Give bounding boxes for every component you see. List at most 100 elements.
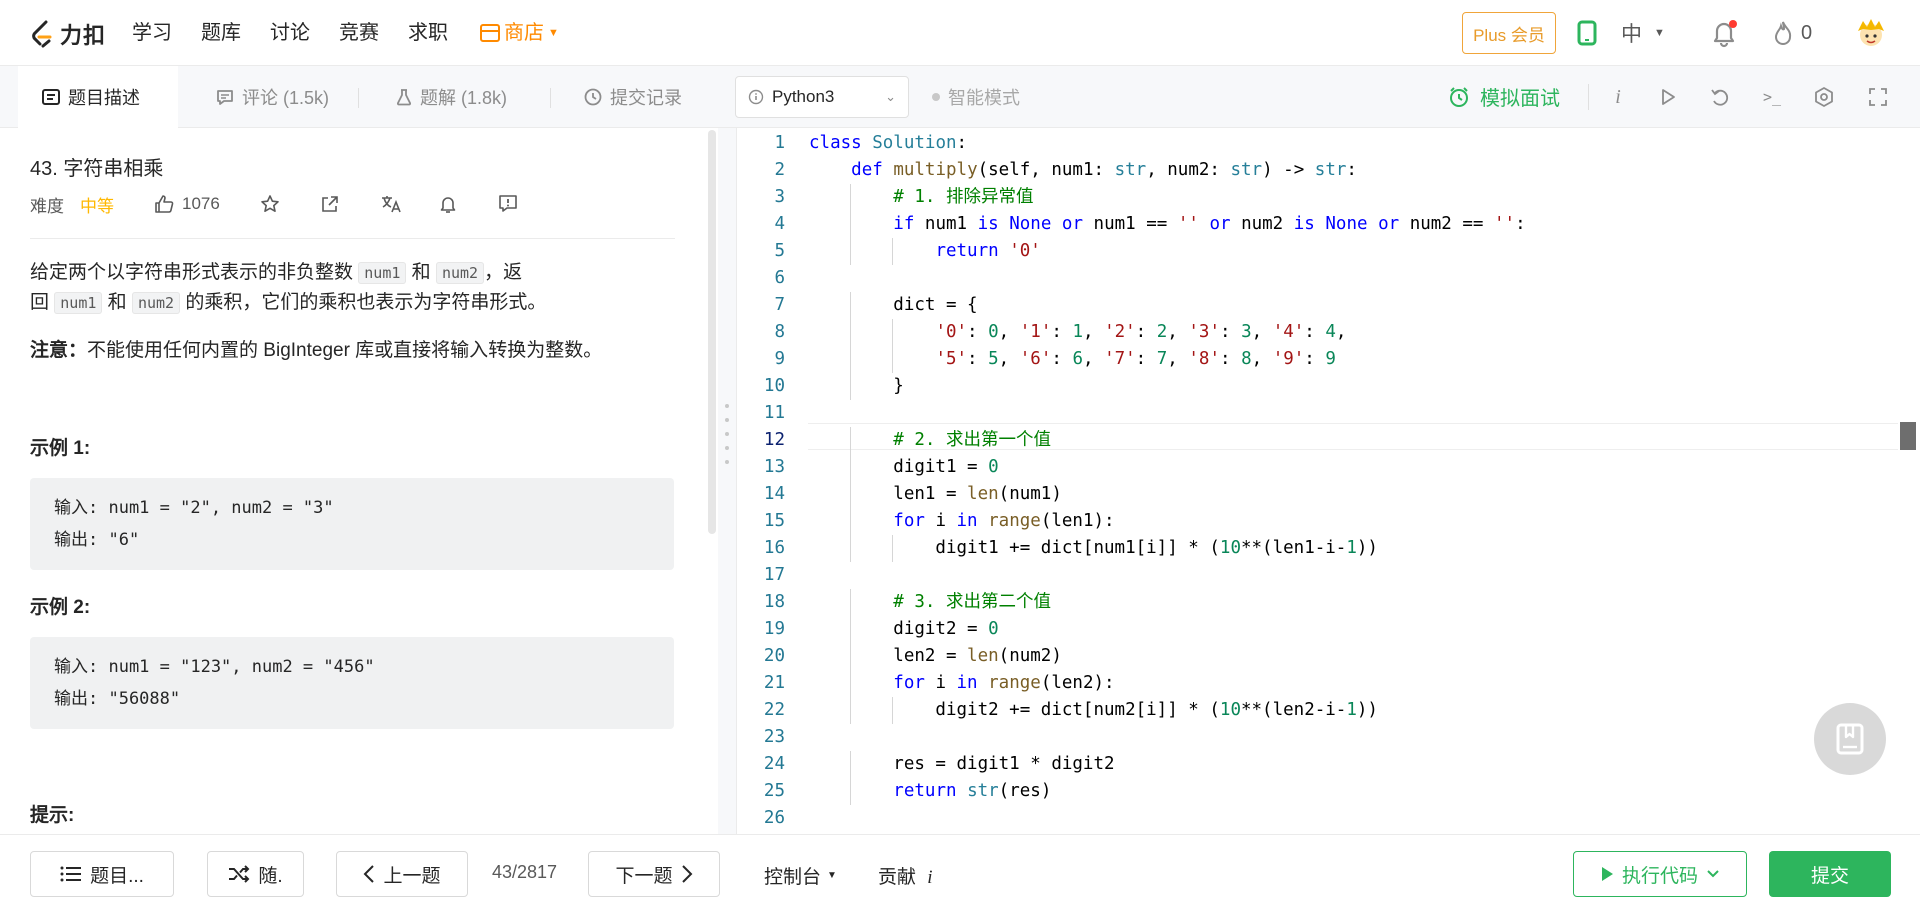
line-number: 8 xyxy=(774,322,785,342)
code-text: digit2 = 0 xyxy=(809,619,999,639)
code-text: return '0' xyxy=(935,241,1041,261)
indent-guide xyxy=(892,238,894,265)
share-icon[interactable] xyxy=(320,194,340,214)
editor-scrollbar-marker[interactable] xyxy=(1900,422,1916,450)
notification-bell-icon[interactable] xyxy=(1710,18,1738,48)
code-line[interactable]: 19 digit2 = 0 xyxy=(736,616,1920,643)
code-text: digit1 += dict[num1[i]] * (10**(len1-i-1… xyxy=(809,538,1378,558)
fire-icon xyxy=(1774,21,1792,45)
code-line[interactable]: 3 # 1. 排除异常值 xyxy=(736,184,1920,211)
mobile-app-icon[interactable] xyxy=(1577,20,1597,46)
code-line[interactable]: 18 # 3. 求出第二个值 xyxy=(736,589,1920,616)
submit-button[interactable]: 提交 xyxy=(1769,851,1891,897)
code-line[interactable]: 23 xyxy=(736,724,1920,751)
play-outline-icon[interactable] xyxy=(1654,83,1682,111)
flask-icon xyxy=(396,89,412,106)
random-problem-button[interactable]: 随. xyxy=(207,851,304,897)
code-line[interactable]: 6 xyxy=(736,265,1920,292)
nav-store[interactable]: 商店 ▼ xyxy=(480,20,559,46)
like-button[interactable]: 1076 xyxy=(154,194,220,214)
code-line[interactable]: 16 digit1 += dict[num1[i]] * (10**(len1-… xyxy=(736,535,1920,562)
streak-counter[interactable]: 0 xyxy=(1773,20,1812,46)
code-line[interactable]: 12 # 2. 求出第一个值 xyxy=(736,427,1920,454)
example-1-output: 输出: "6" xyxy=(54,530,140,550)
code-line[interactable]: 9 '5': 5, '6': 6, '7': 7, '8': 8, '9': 9 xyxy=(736,346,1920,373)
run-code-label: 执行代码 xyxy=(1621,865,1698,887)
code-line[interactable]: 13 digit1 = 0 xyxy=(736,454,1920,481)
contribute-button[interactable]: 贡献 i xyxy=(878,862,933,889)
reset-icon[interactable] xyxy=(1706,83,1734,111)
inline-code-num2: num2 xyxy=(435,262,485,284)
panel-resize-handle[interactable] xyxy=(718,128,736,834)
language-switch[interactable]: 中 ▼ xyxy=(1621,18,1665,48)
code-line[interactable]: 2 def multiply(self, num1: str, num2: st… xyxy=(736,157,1920,184)
inline-code-num1: num1 xyxy=(54,292,103,314)
settings-icon[interactable] xyxy=(1810,83,1838,111)
code-line[interactable]: 4 if num1 is None or num1 == '' or num2 … xyxy=(736,211,1920,238)
indent-guide xyxy=(850,643,852,670)
code-line[interactable]: 11 xyxy=(736,400,1920,427)
translate-icon[interactable] xyxy=(380,194,402,214)
leetcode-logo[interactable]: 力扣 xyxy=(30,18,106,50)
code-line[interactable]: 22 digit2 += dict[num2[i]] * (10**(len2-… xyxy=(736,697,1920,724)
line-number: 23 xyxy=(763,727,785,747)
problem-statement: 给定两个以字符串形式表示的非负整数 num1 和 num2 ，返 回 num1 和… xyxy=(30,258,670,318)
code-line[interactable]: 20 len2 = len(num2) xyxy=(736,643,1920,670)
chevron-down-icon xyxy=(1707,870,1719,878)
code-line[interactable]: 14 len1 = len(num1) xyxy=(736,481,1920,508)
line-number: 2 xyxy=(774,160,785,180)
code-line[interactable]: 26 xyxy=(736,805,1920,832)
difficulty-label: 难度 xyxy=(30,196,64,216)
indent-guide xyxy=(850,454,852,481)
prev-problem-button[interactable]: 上一题 xyxy=(336,851,468,897)
indent-guide xyxy=(850,535,852,562)
nav-discuss[interactable]: 讨论 xyxy=(270,20,310,46)
code-line[interactable]: 7 dict = { xyxy=(736,292,1920,319)
code-line[interactable]: 25 return str(res) xyxy=(736,778,1920,805)
description-scrollbar[interactable] xyxy=(708,130,716,534)
problem-list-button[interactable]: 题目... xyxy=(30,851,174,897)
terminal-icon[interactable]: >_ xyxy=(1758,83,1786,111)
tab-submissions[interactable]: 提交记录 xyxy=(560,66,706,128)
tab-comments[interactable]: 评论 (1.5k) xyxy=(192,66,353,128)
code-line[interactable]: 24 res = digit1 * digit2 xyxy=(736,751,1920,778)
console-toggle[interactable]: 控制台 ▼ xyxy=(764,862,837,889)
smart-mode-toggle[interactable]: 智能模式 xyxy=(932,84,1020,110)
nav-problemset[interactable]: 题库 xyxy=(201,20,241,46)
resize-grip-dot xyxy=(725,432,729,436)
tab-description[interactable]: 题目描述 xyxy=(18,66,178,128)
nav-jobs[interactable]: 求职 xyxy=(408,20,448,46)
star-icon[interactable] xyxy=(260,194,280,214)
nav-learn[interactable]: 学习 xyxy=(132,20,172,46)
tab-divider xyxy=(358,88,359,108)
nav-contest[interactable]: 竞赛 xyxy=(339,20,379,46)
code-line[interactable]: 5 return '0' xyxy=(736,238,1920,265)
line-number: 22 xyxy=(763,700,785,720)
line-number: 21 xyxy=(763,673,785,693)
feedback-icon[interactable] xyxy=(498,194,518,214)
code-line[interactable]: 10 } xyxy=(736,373,1920,400)
next-problem-button[interactable]: 下一题 xyxy=(588,851,720,897)
code-line[interactable]: 21 for i in range(len2): xyxy=(736,670,1920,697)
avatar[interactable] xyxy=(1855,17,1887,49)
tab-description-label: 题目描述 xyxy=(68,88,140,108)
resize-grip-dot xyxy=(725,460,729,464)
fullscreen-icon[interactable] xyxy=(1864,83,1892,111)
info-icon[interactable]: i xyxy=(1604,83,1632,111)
run-code-button[interactable]: 执行代码 xyxy=(1573,851,1747,897)
code-line[interactable]: 17 xyxy=(736,562,1920,589)
bell-icon[interactable] xyxy=(438,194,458,214)
language-label: 中 xyxy=(1621,23,1642,46)
mock-interview-button[interactable]: 模拟面试 xyxy=(1448,82,1560,111)
notes-fab-button[interactable] xyxy=(1814,703,1886,775)
indent-guide xyxy=(850,616,852,643)
line-number: 7 xyxy=(774,295,785,315)
code-line[interactable]: 15 for i in range(len1): xyxy=(736,508,1920,535)
tab-solutions[interactable]: 题解 (1.8k) xyxy=(372,66,531,128)
language-select[interactable]: Python3 ⌄ xyxy=(735,76,909,118)
console-label: 控制台 xyxy=(764,867,822,888)
code-text: digit2 += dict[num2[i]] * (10**(len2-i-1… xyxy=(809,700,1378,720)
code-line[interactable]: 8 '0': 0, '1': 1, '2': 2, '3': 3, '4': 4… xyxy=(736,319,1920,346)
code-line[interactable]: 1 class Solution: xyxy=(736,130,1920,157)
plus-member-button[interactable]: Plus 会员 xyxy=(1462,12,1556,54)
